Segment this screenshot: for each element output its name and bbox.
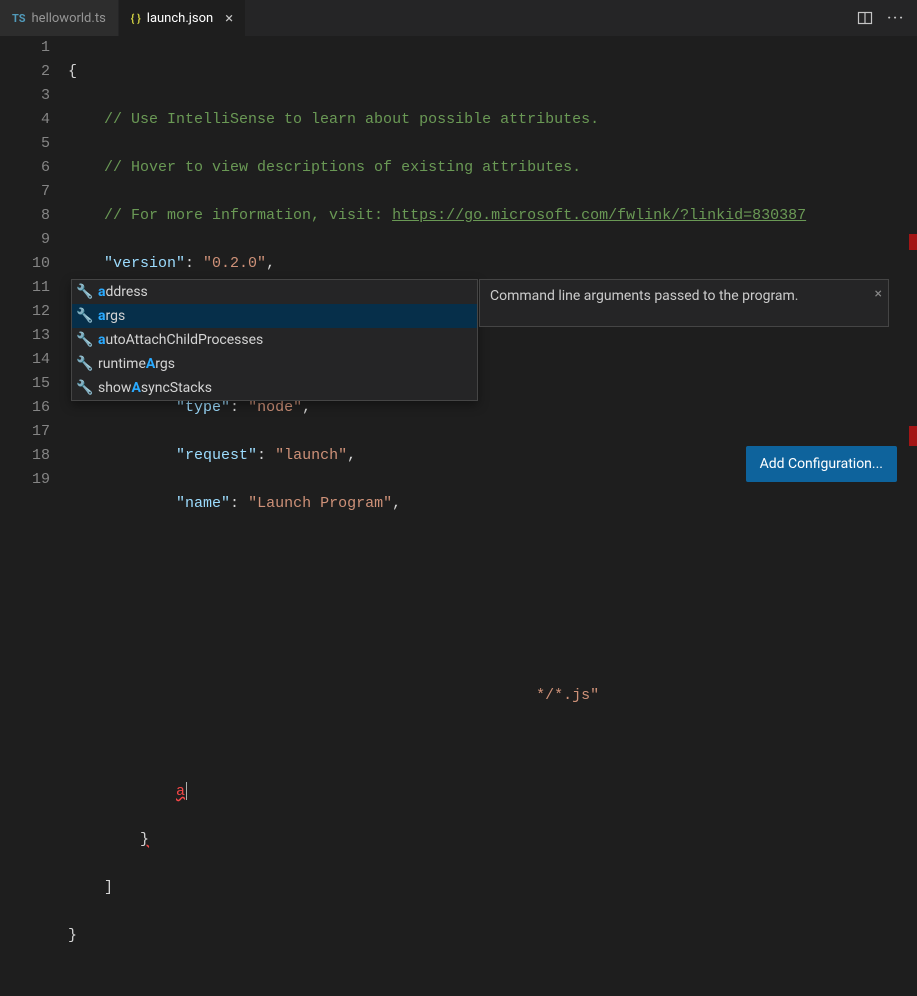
typescript-icon: TS [12, 12, 26, 25]
wrench-icon: 🔧 [76, 356, 92, 372]
docs-link[interactable]: https://go.microsoft.com/fwlink/?linkid=… [392, 207, 806, 224]
suggest-description: Command line arguments passed to the pro… [490, 288, 799, 304]
tab-bar: TS helloworld.ts { } launch.json × ··· [0, 0, 917, 36]
tab-label: launch.json [147, 11, 213, 26]
wrench-icon: 🔧 [76, 308, 92, 324]
suggest-runtimeargs[interactable]: 🔧 runtimeArgs [72, 352, 477, 376]
editor[interactable]: 123 456 789 101112 131415 161718 19 { //… [0, 36, 917, 504]
suggest-args[interactable]: 🔧 args [72, 304, 477, 328]
close-icon[interactable]: × [875, 284, 882, 304]
add-configuration-button[interactable]: Add Configuration... [746, 446, 897, 482]
typed-text: a [176, 783, 185, 800]
suggest-autoattach[interactable]: 🔧 autoAttachChildProcesses [72, 328, 477, 352]
tab-label: helloworld.ts [32, 11, 106, 26]
error-marker[interactable] [909, 234, 917, 250]
intellisense-list[interactable]: 🔧 address 🔧 args 🔧 autoAttachChildProces… [71, 279, 478, 401]
suggest-showasyncstacks[interactable]: 🔧 showAsyncStacks [72, 376, 477, 400]
line-gutter: 123 456 789 101112 131415 161718 19 [0, 36, 68, 504]
intellisense-detail: Command line arguments passed to the pro… [479, 279, 889, 327]
overview-ruler[interactable] [903, 36, 917, 504]
tabbar-actions: ··· [845, 0, 917, 36]
wrench-icon: 🔧 [76, 380, 92, 396]
more-icon[interactable]: ··· [887, 11, 905, 26]
close-icon[interactable]: × [225, 11, 233, 26]
json-icon: { } [131, 12, 141, 25]
tab-launchjson[interactable]: { } launch.json × [119, 0, 246, 36]
error-marker[interactable] [909, 426, 917, 446]
split-editor-icon[interactable] [857, 10, 873, 26]
text-cursor [186, 782, 187, 800]
suggest-address[interactable]: 🔧 address [72, 280, 477, 304]
tab-helloworld[interactable]: TS helloworld.ts [0, 0, 119, 36]
code-area[interactable]: { // Use IntelliSense to learn about pos… [68, 36, 917, 504]
wrench-icon: 🔧 [76, 284, 92, 300]
wrench-icon: 🔧 [76, 332, 92, 348]
